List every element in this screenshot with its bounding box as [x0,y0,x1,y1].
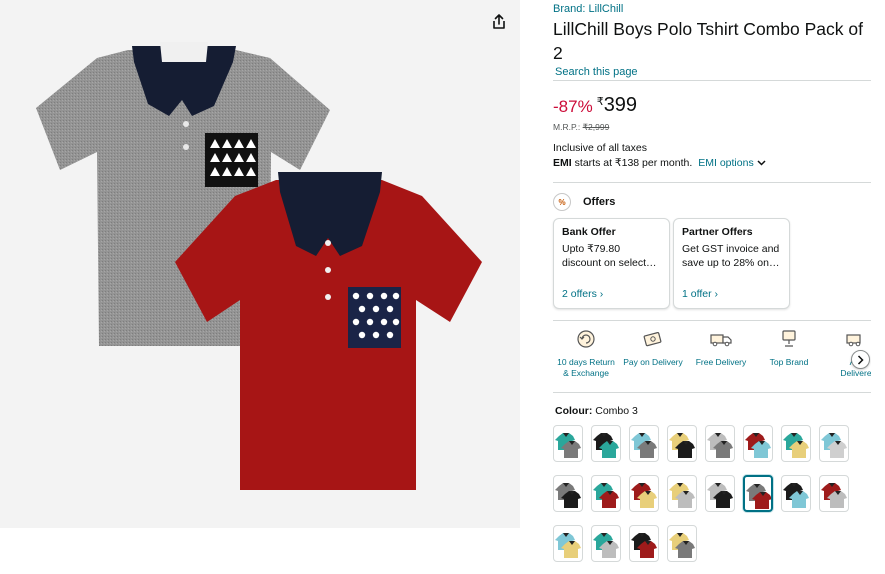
tax-note: Inclusive of all taxes [553,142,647,154]
currency-symbol: ₹ [596,96,604,108]
offer-card-link[interactable]: 2 offers › [562,288,603,300]
feature-pay-on-delivery[interactable]: Pay on Delivery [618,327,688,368]
colour-swatch[interactable] [553,525,583,562]
return-icon [577,330,595,348]
feature-label: Top Brand [769,357,809,367]
swatch-thumbnail [593,483,619,508]
swatch-thumbnail [746,484,771,509]
colour-swatch[interactable] [705,425,735,462]
offer-card-desc: discount on select… [562,257,657,269]
divider [553,392,871,393]
colour-swatch[interactable] [743,425,773,462]
colour-label-title: Colour: [555,405,593,417]
feature-label: Free Delivery [695,357,747,367]
divider [553,182,871,183]
feature-top-brand[interactable]: Top Brand [754,327,824,368]
swatch-thumbnail [555,433,581,458]
colour-swatch[interactable] [667,525,697,562]
truck-icon [710,334,732,347]
colour-swatch[interactable] [705,475,735,512]
feature-label: & Exchange [563,368,609,378]
offers-header: % Offers [553,193,615,211]
swatch-thumbnail [669,483,695,508]
colour-swatch[interactable] [629,525,659,562]
swatch-thumbnail [593,533,619,558]
colour-swatch[interactable] [667,475,697,512]
swatch-thumbnail [593,433,619,458]
offer-card-title: Partner Offers [682,226,753,238]
swatch-thumbnail [669,533,695,558]
swatch-thumbnail [783,483,809,508]
emi-info: EMI starts at ₹138 per month. EMI option… [553,157,766,169]
feature-strip: 10 days Return & Exchange Pay on Deliver… [553,321,871,381]
colour-swatch[interactable] [819,475,849,512]
share-button[interactable] [487,10,511,34]
swatch-thumbnail [669,433,695,458]
offers-icon: % [553,193,571,211]
swatch-thumbnail [631,433,657,458]
offer-card-partner[interactable]: Partner Offers Get GST invoice and save … [673,218,790,309]
share-icon [493,14,505,29]
colour-swatch[interactable] [629,475,659,512]
feature-label: 10 days Return [557,357,615,367]
offers-title: Offers [583,196,616,208]
colour-swatch[interactable] [781,475,811,512]
feature-label: Delivere [840,368,871,378]
price-row: -87% ₹ 399 [553,94,637,117]
brand-link[interactable]: Brand: LillChill [553,3,623,15]
swatch-thumbnail [555,533,581,558]
swatch-thumbnail [555,483,581,508]
feature-return[interactable]: 10 days Return & Exchange [553,327,621,379]
offer-card-desc: Get GST invoice and [682,243,780,255]
chevron-down-icon [757,160,766,166]
swatch-thumbnail [745,433,771,458]
swatch-thumbnail [707,433,733,458]
emi-label: EMI [553,157,572,169]
feature-label: Pay on Delivery [623,357,683,367]
offer-card-bank[interactable]: Bank Offer Upto ₹79.80 discount on selec… [553,218,670,309]
feature-free-delivery[interactable]: Free Delivery [686,327,756,368]
product-title: LillChill Boys Polo Tshirt Combo Pack of… [553,19,863,63]
emi-options-label: EMI options [698,157,754,169]
discount-percent: -87% [553,97,593,116]
cash-icon [643,331,662,347]
colour-swatch[interactable] [553,425,583,462]
feature-next-button[interactable] [851,350,870,369]
product-image-panel [0,0,520,528]
colour-swatch[interactable] [553,475,583,512]
colour-swatch[interactable] [629,425,659,462]
colour-swatch[interactable] [667,425,697,462]
swatch-thumbnail [631,533,657,558]
colour-label: Colour: Combo 3 [555,405,638,417]
trophy-icon [782,330,796,347]
swatch-thumbnail [783,433,809,458]
colour-swatch[interactable] [743,475,773,512]
swatch-thumbnail [821,433,847,458]
swatch-thumbnail [821,483,847,508]
emi-text: starts at ₹138 per month. [574,157,693,169]
product-main-image[interactable] [0,0,520,528]
colour-swatch[interactable] [781,425,811,462]
chevron-right-icon [857,354,864,365]
colour-selected-value: Combo 3 [595,405,638,417]
swatch-thumbnail [631,483,657,508]
swatch-thumbnail [707,483,733,508]
offer-card-desc: Upto ₹79.80 [562,243,621,255]
search-this-page-link[interactable]: Search this page [555,66,638,78]
mrp-label: M.R.P.: [553,122,581,132]
product-info-column: Brand: LillChill LillChill Boys Polo Tsh… [553,0,871,574]
divider [553,80,871,81]
offer-card-title: Bank Offer [562,226,616,238]
offer-card-desc: save up to 28% on… [682,257,780,269]
colour-swatch[interactable] [819,425,849,462]
price-value: 399 [603,94,638,116]
colour-swatch[interactable] [591,475,621,512]
offer-card-link[interactable]: 1 offer › [682,288,718,300]
colour-swatch[interactable] [591,425,621,462]
mrp: M.R.P.: ₹2,999 [553,122,609,133]
emi-options-link[interactable]: EMI options [698,157,766,169]
delivery-icon [846,334,861,347]
mrp-value: ₹2,999 [582,122,610,132]
colour-swatch[interactable] [591,525,621,562]
